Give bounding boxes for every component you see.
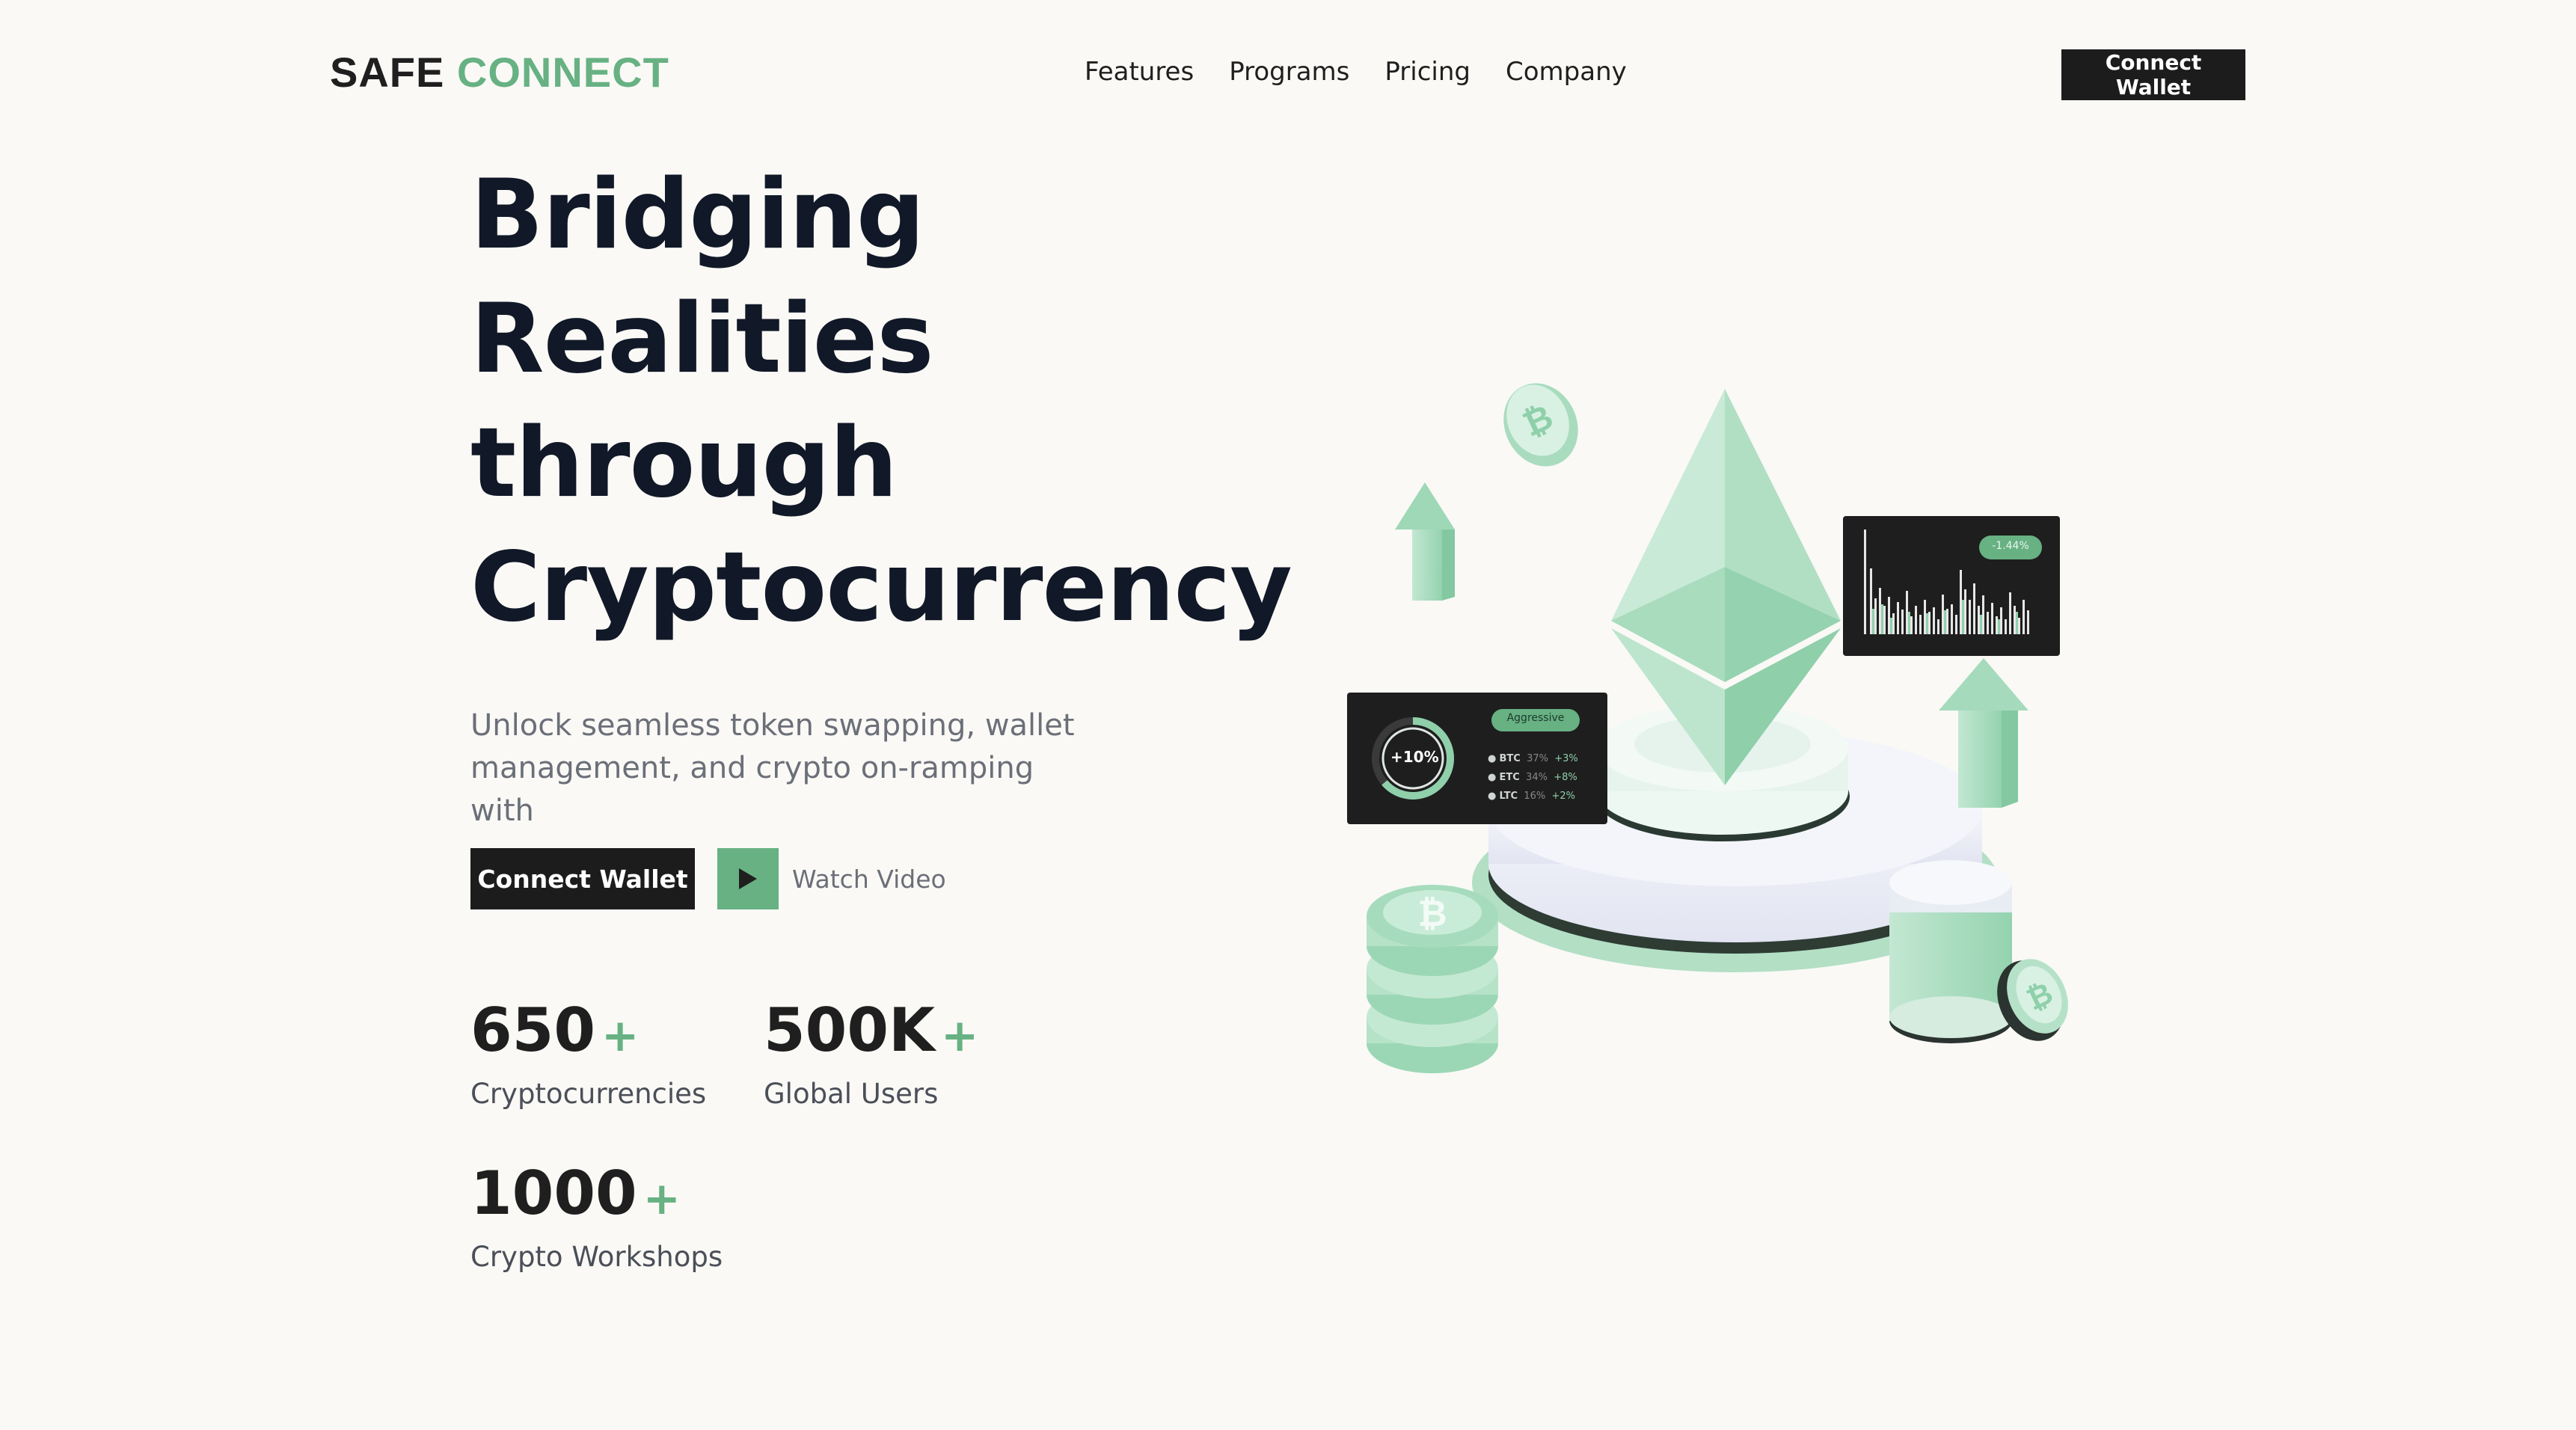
nav-connect-wallet-button[interactable]: Connect Wallet: [2061, 49, 2245, 100]
allocation-list: ● BTC 37% +3% ● ETC 34% +8% ● LTC 16% +2…: [1488, 749, 1578, 805]
hero-title-line: Bridging: [470, 159, 924, 271]
play-icon: [717, 848, 779, 909]
brand-logo-part2: CONNECT: [456, 49, 669, 96]
gauge-value: +10%: [1390, 748, 1439, 766]
stat-label: Cryptocurrencies: [470, 1078, 707, 1110]
bitcoin-coin-icon: ₿: [1503, 383, 1578, 467]
hero-title: Bridging Realities through Cryptocurrenc…: [470, 153, 1292, 650]
strategy-badge: Aggressive: [1506, 712, 1565, 724]
stat-crypto-workshops: 1000 + Crypto Workshops: [470, 1158, 723, 1276]
nav-link-features[interactable]: Features: [1085, 54, 1194, 90]
stat-value: 650: [470, 995, 595, 1065]
hero-title-line: Cryptocurrency: [470, 532, 1292, 643]
coin-stack-icon: ₿: [1367, 885, 1498, 1073]
stat-label: Global Users: [764, 1078, 939, 1110]
token-jar-icon: [1889, 860, 2012, 1043]
portfolio-panel: +10% Aggressive ● BTC 37% +3% ● ETC 34% …: [1347, 693, 1607, 824]
hero-connect-wallet-button[interactable]: Connect Wallet: [470, 848, 695, 909]
nav-link-company[interactable]: Company: [1506, 54, 1627, 90]
hero-title-line: through: [470, 408, 898, 519]
brand-logo-part1: SAFE: [330, 49, 445, 96]
price-bars-graphic: [1864, 530, 2042, 634]
plus-icon: +: [601, 1010, 640, 1062]
price-change-badge: -1.44%: [1992, 540, 2029, 552]
hero-subtitle: Unlock seamless token swapping, wallet m…: [470, 708, 1075, 828]
svg-text:₿: ₿: [1417, 893, 1447, 935]
watch-video-button[interactable]: Watch Video: [717, 848, 946, 909]
nav-link-pricing[interactable]: Pricing: [1384, 54, 1471, 90]
allocation-row: ● ETC 34% +8%: [1488, 772, 1577, 783]
stat-value: 1000: [470, 1159, 637, 1228]
main-nav: Features Programs Pricing Company: [1085, 54, 1627, 90]
stat-global-users: 500K + Global Users: [764, 995, 978, 1113]
hero-title-line: Realities: [470, 283, 934, 395]
plus-icon: +: [643, 1173, 681, 1225]
watch-video-label: Watch Video: [792, 864, 946, 894]
allocation-row: ● BTC 37% +3%: [1488, 753, 1578, 764]
stat-label: Crypto Workshops: [470, 1241, 723, 1273]
nav-link-programs[interactable]: Programs: [1229, 54, 1349, 90]
allocation-row: ● LTC 16% +2%: [1488, 791, 1575, 802]
stat-value: 500K: [764, 995, 935, 1065]
arrow-up-left-icon: [1395, 482, 1455, 601]
stat-cryptocurrencies: 650 + Cryptocurrencies: [470, 995, 706, 1113]
price-chart-panel: -1.44%: [1843, 516, 2060, 656]
plus-icon: +: [940, 1010, 979, 1062]
brand-logo[interactable]: SAFE CONNECT: [330, 46, 669, 99]
